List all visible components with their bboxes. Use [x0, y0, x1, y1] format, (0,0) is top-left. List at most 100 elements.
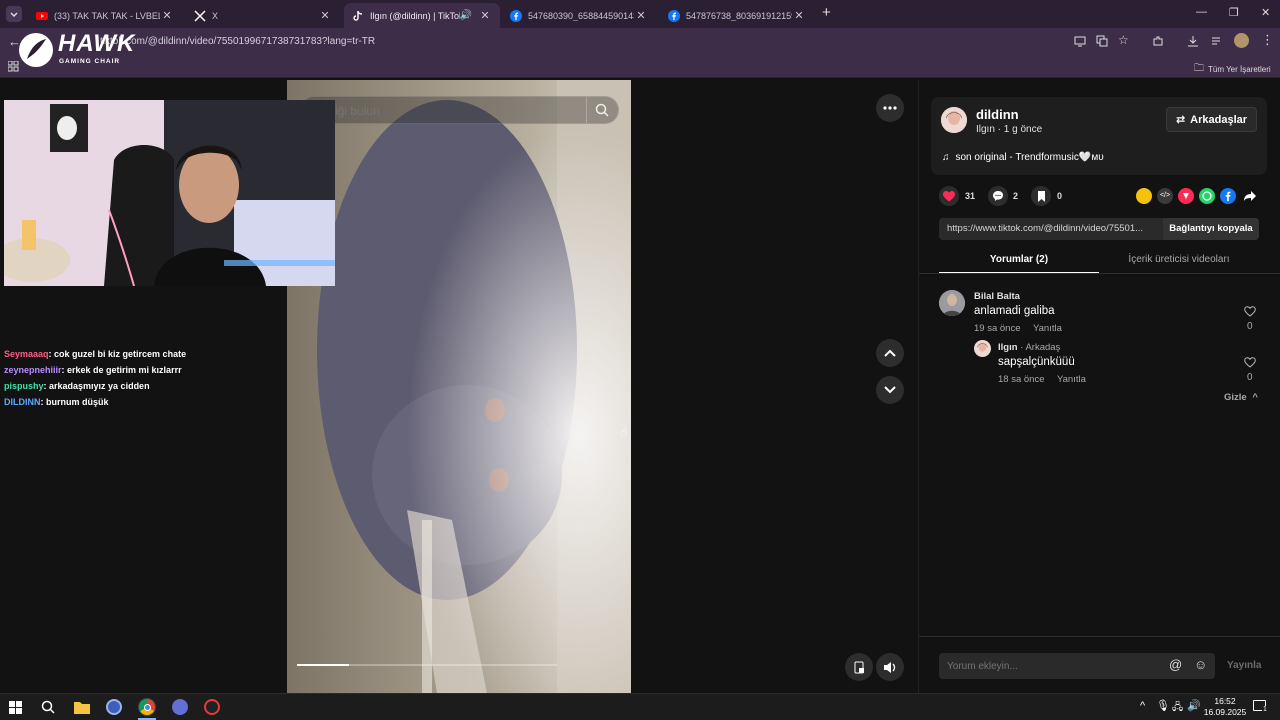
tab-tiktok[interactable]: Ilgın (@dildinn) | TikTok 🔊 ✕	[344, 3, 500, 28]
reply-author-line: Ilgın · Arkadaş	[998, 342, 1060, 353]
youtube-icon	[36, 11, 48, 20]
whatsapp-icon[interactable]	[1199, 188, 1215, 204]
close-icon[interactable]: ✕	[792, 9, 806, 22]
tab-search-button[interactable]	[6, 6, 22, 22]
emoji-icon[interactable]: ☺	[1194, 658, 1207, 672]
save-button[interactable]	[1031, 186, 1051, 206]
coin-share-icon[interactable]	[1136, 188, 1152, 204]
share-arrow-icon[interactable]	[1243, 188, 1257, 204]
reply-like-icon[interactable]	[1244, 357, 1256, 368]
post-link[interactable]: https://www.tiktok.com/@dildinn/video/75…	[947, 223, 1159, 234]
tab-facebook-2[interactable]: 547876738_803691912159815 ✕	[660, 3, 814, 28]
chat-message: zeynepnehiiir: erkek de getirim mi kızla…	[4, 365, 182, 375]
comment-button[interactable]	[988, 186, 1008, 206]
extensions-icon[interactable]	[1152, 35, 1164, 47]
next-video-button[interactable]	[876, 376, 904, 404]
post-info-card: dildinn Ilgın · 1 g önce ⇄ Arkadaşlar ♫ …	[931, 97, 1267, 175]
close-icon[interactable]: ✕	[634, 9, 648, 22]
floating-player-button[interactable]	[845, 653, 873, 681]
reply-text: sapşalçünküüü	[998, 356, 1075, 368]
tab-creator-videos[interactable]: İçerik üreticisi videoları	[1099, 252, 1259, 274]
close-icon[interactable]: ✕	[318, 9, 332, 22]
windows-start-icon[interactable]	[9, 701, 22, 714]
search-icon[interactable]	[41, 700, 55, 714]
reply-button[interactable]: Yanıtla	[1033, 323, 1062, 334]
search-bar[interactable]	[300, 96, 619, 124]
address-bar[interactable]: tiktok.com/@dildinn/video/75501996717387…	[100, 32, 1140, 52]
friend-badge: · Arkadaş	[1017, 342, 1061, 353]
commenter-avatar[interactable]	[939, 290, 965, 316]
save-count: 0	[1057, 191, 1063, 201]
embed-code-icon[interactable]: </>	[1157, 188, 1173, 204]
tabs-divider	[919, 273, 1280, 274]
search-icon[interactable]	[595, 103, 609, 117]
search-divider	[586, 97, 587, 123]
previous-video-button[interactable]	[876, 339, 904, 367]
more-dots-icon	[883, 106, 897, 110]
repost-icon[interactable]	[1178, 188, 1194, 204]
profile-avatar[interactable]	[1234, 33, 1249, 48]
author-username[interactable]: dildinn	[976, 107, 1019, 122]
notification-count: 1	[1262, 706, 1268, 713]
chat-message: DILDINN: burnum düşük	[4, 397, 109, 407]
download-icon[interactable]	[1187, 35, 1199, 47]
input-divider	[919, 636, 1280, 637]
new-tab-button[interactable]: +	[822, 4, 831, 21]
tab-facebook-1[interactable]: 547680390_658844590143208 ✕	[502, 3, 656, 28]
all-bookmarks-button[interactable]: 🗀 Tüm Yer İşaretleri	[1194, 61, 1271, 78]
volume-icon[interactable]: 🔊	[1187, 699, 1201, 712]
hawk-logo: HAWK GAMING CHAIR	[18, 30, 134, 72]
clock[interactable]: 16:52 16.09.2025	[1202, 696, 1248, 718]
facebook-share-icon[interactable]	[1220, 188, 1236, 204]
chevron-up-icon: ^	[1252, 392, 1258, 403]
music-line[interactable]: ♫ son original - Trendformusic🤍ᴍᴜ	[942, 152, 1104, 163]
browser-menu-icon[interactable]: ⋮	[1261, 32, 1274, 48]
comment-author[interactable]: Bilal Balta	[974, 291, 1020, 302]
close-icon[interactable]: ✕	[478, 9, 492, 22]
reply-reply-button[interactable]: Yanıtla	[1057, 374, 1086, 385]
volume-button[interactable]	[876, 653, 904, 681]
author-subtitle: Ilgın · 1 g önce	[976, 124, 1043, 135]
close-window-button[interactable]: ✕	[1261, 6, 1270, 19]
media-controls-icon[interactable]	[1211, 35, 1223, 47]
hawk-feather-icon	[19, 33, 53, 67]
hide-replies-button[interactable]: Gizle ^	[1224, 392, 1258, 403]
close-icon[interactable]: ✕	[160, 9, 174, 22]
comments-panel: dildinn Ilgın · 1 g önce ⇄ Arkadaşlar ♫ …	[918, 80, 1280, 693]
minimize-button[interactable]: —	[1196, 6, 1207, 18]
reply-avatar[interactable]	[974, 340, 991, 357]
app-icon[interactable]	[106, 699, 122, 715]
chevron-up-icon[interactable]: ^	[1140, 700, 1145, 712]
chat-message: Seymaaaq: cok guzel bi kiz getircem chat…	[4, 349, 187, 359]
file-explorer-icon[interactable]	[74, 700, 90, 714]
discord-icon[interactable]	[172, 699, 188, 715]
chrome-icon[interactable]	[138, 698, 156, 716]
comment-input[interactable]	[947, 658, 1147, 674]
comment-text: anlamadi galiba	[974, 305, 1055, 317]
heart-icon	[943, 190, 955, 201]
volume-icon	[884, 661, 896, 673]
obs-icon[interactable]	[204, 699, 220, 715]
friends-button[interactable]: ⇄ Arkadaşlar	[1166, 107, 1257, 132]
speaker-icon[interactable]: 🔊	[460, 10, 472, 21]
post-comment-button[interactable]: Yayınla	[1227, 660, 1261, 671]
tab-x[interactable]: X ✕	[186, 3, 340, 28]
like-button[interactable]	[939, 186, 959, 206]
tab-youtube[interactable]: (33) TAK TAK TAK - LVBEL C5 X ✕	[28, 3, 182, 28]
video-progress-fill	[297, 664, 349, 666]
tab-comments[interactable]: Yorumlar (2)	[939, 252, 1099, 274]
restore-button[interactable]: ❐	[1229, 6, 1239, 19]
search-input[interactable]	[315, 103, 575, 119]
facebook-icon	[668, 9, 680, 22]
windows-taskbar: ^ 🎙 🖧 🔊 16:52 16.09.2025 1	[0, 693, 1280, 720]
comment-like-icon[interactable]	[1244, 306, 1256, 317]
more-options-button[interactable]	[876, 94, 904, 122]
microphone-icon[interactable]: 🎙	[1156, 699, 1170, 712]
reply-author[interactable]: Ilgın	[998, 342, 1018, 353]
video-progress-track[interactable]	[297, 664, 557, 666]
copy-link-button[interactable]: Bağlantıyı kopyala	[1163, 218, 1259, 240]
video-player[interactable]	[287, 80, 631, 693]
mention-icon[interactable]: @	[1169, 658, 1182, 672]
author-avatar[interactable]	[941, 107, 967, 133]
network-icon[interactable]: 🖧	[1172, 700, 1183, 717]
